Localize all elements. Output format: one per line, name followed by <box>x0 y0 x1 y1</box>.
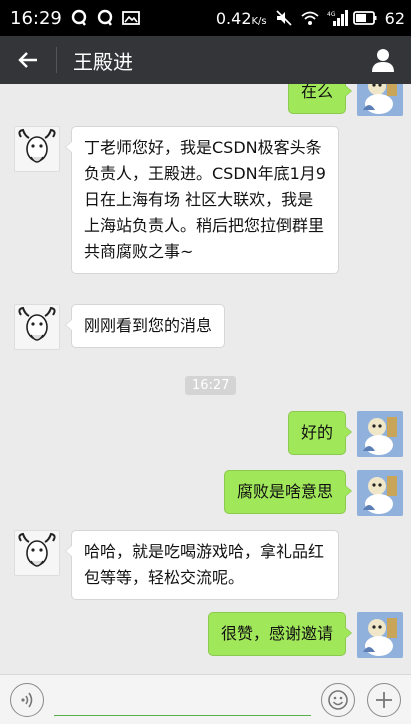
message-timestamp: 16:27 <box>185 376 237 395</box>
message-outgoing: 腐败是啥意思 <box>223 470 403 516</box>
chat-area[interactable]: 在么 丁老师您好，我是CSDN极客头条负责人，王殿进。CSDN年底1月9日在上海… <box>0 84 411 674</box>
title-bar: 王殿进 <box>0 36 411 84</box>
title-divider <box>56 47 57 73</box>
message-bubble[interactable]: 腐败是啥意思 <box>223 470 353 514</box>
network-type-label: 4G <box>327 11 336 18</box>
message-incoming: 丁老师您好，我是CSDN极客头条负责人，王殿进。CSDN年底1月9日在上海有场 … <box>14 126 339 274</box>
voice-icon <box>21 692 33 707</box>
message-bubble[interactable]: 好的 <box>287 411 353 455</box>
input-bar <box>0 674 411 724</box>
cartoon-avatar[interactable] <box>357 84 403 116</box>
cartoon-avatar[interactable] <box>357 470 403 516</box>
chat-title: 王殿进 <box>73 49 133 74</box>
message-bubble[interactable]: 在么 <box>287 84 353 114</box>
profile-button[interactable] <box>355 36 411 84</box>
gnu-avatar[interactable] <box>14 530 60 576</box>
message-bubble[interactable]: 丁老师您好，我是CSDN极客头条负责人，王殿进。CSDN年底1月9日在上海有场 … <box>65 126 339 274</box>
message-outgoing: 好的 <box>287 411 403 457</box>
battery-icon <box>352 9 377 27</box>
network-speed: 0.42K/s <box>215 8 267 28</box>
message-input[interactable] <box>54 683 311 716</box>
plus-icon <box>376 691 392 708</box>
qq-icon <box>96 9 114 27</box>
battery-level: 62 <box>384 8 405 28</box>
message-incoming: 刚刚看到您的消息 <box>14 304 226 350</box>
add-button[interactable] <box>367 682 401 717</box>
message-bubble[interactable]: 很赞，感谢邀请 <box>207 612 353 656</box>
status-time: 16:29 <box>10 7 62 29</box>
cartoon-avatar[interactable] <box>357 411 403 457</box>
gnu-avatar[interactable] <box>14 304 60 350</box>
image-icon <box>121 9 140 27</box>
status-bar: 16:29 0.42K/s 4G 62 <box>0 0 411 36</box>
signal-icon: 4G <box>327 9 348 27</box>
message-bubble[interactable]: 刚刚看到您的消息 <box>64 304 226 348</box>
emoji-button[interactable] <box>321 682 355 717</box>
cartoon-avatar[interactable] <box>357 612 403 658</box>
mute-icon <box>275 9 293 27</box>
message-incoming: 哈哈，就是吃喝游戏哈，拿礼品红包等等，轻松交流呢。 <box>14 530 339 600</box>
wifi-icon <box>301 9 319 27</box>
message-outgoing: 在么 <box>287 84 403 116</box>
gnu-avatar[interactable] <box>14 126 60 172</box>
qq-icon <box>70 9 88 27</box>
message-bubble[interactable]: 哈哈，就是吃喝游戏哈，拿礼品红包等等，轻松交流呢。 <box>65 530 339 600</box>
back-button[interactable] <box>0 36 56 84</box>
emoji-icon <box>328 689 348 710</box>
back-arrow-icon <box>18 52 37 68</box>
voice-button[interactable] <box>10 682 44 717</box>
person-icon <box>372 49 394 72</box>
message-outgoing: 很赞，感谢邀请 <box>207 612 403 658</box>
